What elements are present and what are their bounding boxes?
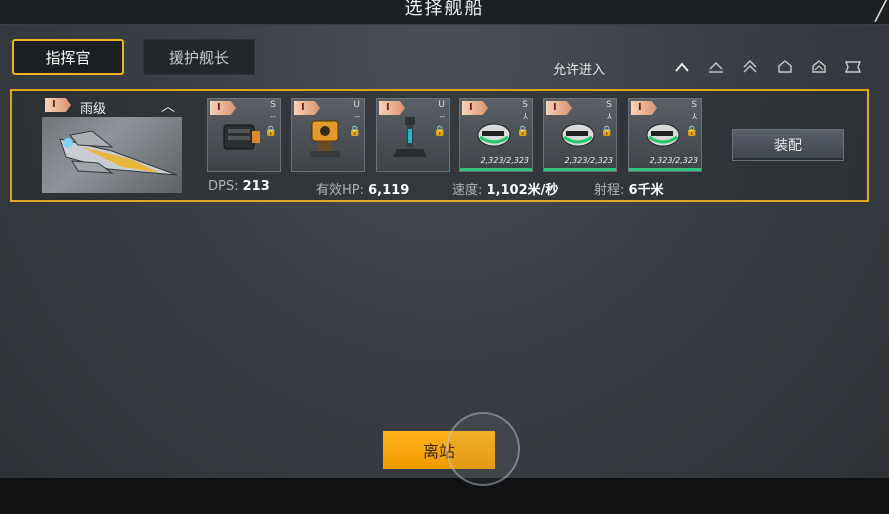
module-level: -- [439,112,445,121]
stat-range: 射程: 6千米 [594,179,664,198]
lock-icon: 🔒 [264,126,277,137]
module-slot-letter: U [353,100,360,110]
module-slot-letter: S [691,100,697,110]
lock-icon: 🔒 [600,126,613,137]
stat-dps-label: DPS: [208,179,239,194]
hp-bar [544,168,616,171]
stat-range-label: 射程: [594,183,625,198]
collapse-icon[interactable]: ︿ [161,96,175,116]
module-slot-3[interactable]: I U -- 🔒 [376,98,450,172]
module-level: -- [354,112,360,121]
engine-module-icon [223,124,260,150]
module-slot-6[interactable]: I S ⅄ 🔒 2,323/2,323 [628,98,702,172]
stat-dps: DPS: 213 [208,179,270,194]
chevron-up-icon[interactable] [672,58,692,76]
stat-speed-value: 1,102米/秒 [486,183,559,198]
rank-2-icon[interactable] [740,58,760,76]
fighter-module-icon [561,123,595,147]
module-slot-1[interactable]: I S -- 🔒 [207,98,281,172]
stat-range-value: 6千米 [628,183,664,198]
stat-speed: 速度: 1,102米/秒 [452,179,558,198]
tab-escort-captain[interactable]: 援护舰长 [143,39,255,75]
allow-entry-label: 允许进入 [553,63,606,78]
ship-class-name: 雨级 [80,102,107,117]
rank-4-icon[interactable] [809,58,829,76]
rank-3-icon[interactable] [775,58,795,76]
bottom-bar [0,478,889,514]
module-slot-letter: S [606,100,612,110]
lock-icon: 🔒 [433,126,446,137]
fighter-icon: ⅄ [607,112,612,121]
module-hp: 2,323/2,323 [564,156,614,165]
ship-image[interactable] [42,117,182,193]
lock-icon: 🔒 [348,126,361,137]
module-slot-2[interactable]: I U -- 🔒 [291,98,365,172]
module-slot-letter: S [522,100,528,110]
stat-hp-label: 有效HP: [316,183,364,198]
ship-tier-badge: I [45,98,71,112]
hp-bar [460,168,532,171]
rank-5-icon[interactable] [843,58,863,76]
lock-icon: 🔒 [516,126,529,137]
rank-1-icon[interactable] [706,58,726,76]
close-icon[interactable]: ╱ [875,0,887,22]
fighter-module-icon [477,123,511,147]
module-slot-letter: S [270,100,276,110]
stat-hp: 有效HP: 6,119 [316,179,409,198]
touch-indicator [446,412,520,486]
stat-dps-value: 213 [242,179,270,194]
page-title: 选择舰船 [404,0,485,19]
tab-commander[interactable]: 指挥官 [12,39,124,75]
module-hp: 2,323/2,323 [649,156,699,165]
fighter-icon: ⅄ [523,112,528,121]
lock-icon: 🔒 [685,126,698,137]
stat-speed-label: 速度: [452,183,483,198]
module-slot-letter: U [438,100,445,110]
fighter-module-icon [646,123,680,147]
fighter-icon: ⅄ [692,112,697,121]
hp-bar [629,168,701,171]
module-level: -- [270,112,276,121]
module-slot-5[interactable]: I S ⅄ 🔒 2,323/2,323 [543,98,617,172]
module-slot-4[interactable]: I S ⅄ 🔒 2,323/2,323 [459,98,533,172]
turret-module-icon [310,120,340,157]
tower-module-icon [393,117,427,157]
equip-button[interactable]: 装配 [732,129,844,161]
module-hp: 2,323/2,323 [480,156,530,165]
stat-hp-value: 6,119 [368,183,410,198]
title-bar: 选择舰船 ╱ [0,0,889,25]
